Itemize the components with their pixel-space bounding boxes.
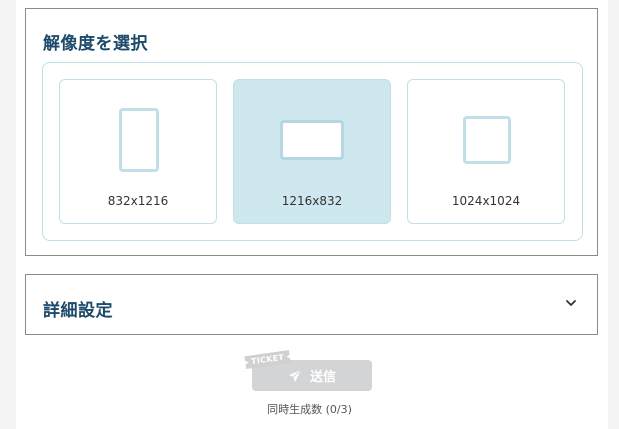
landscape-frame-icon [280, 120, 344, 160]
resolution-option-label: 1024x1024 [451, 194, 521, 208]
resolution-option-1024x1024[interactable]: 1024x1024 [407, 79, 565, 224]
resolution-option-label: 1216x832 [281, 194, 343, 208]
send-icon [288, 368, 302, 382]
resolution-option-832x1216[interactable]: 832x1216 [59, 79, 217, 224]
advanced-settings-title: 詳細設定 [43, 301, 113, 321]
resolution-title: 解像度を選択 [43, 34, 148, 54]
chevron-down-icon [566, 300, 576, 306]
resolution-option-1216x832[interactable]: 1216x832 [233, 79, 391, 224]
resolution-option-label: 832x1216 [107, 194, 169, 208]
submit-area: 送信 TICKET [243, 352, 383, 394]
resolution-section: 解像度を選択 832x1216 1216x832 1024x1024 [25, 8, 598, 256]
submit-button-label: 送信 [309, 370, 336, 385]
advanced-settings-toggle[interactable]: 詳細設定 [25, 274, 598, 335]
portrait-frame-icon [119, 108, 159, 172]
generation-count: 同時生成数 (0/3) [267, 403, 352, 416]
square-frame-icon [463, 116, 511, 164]
resolution-options: 832x1216 1216x832 1024x1024 [42, 62, 583, 241]
